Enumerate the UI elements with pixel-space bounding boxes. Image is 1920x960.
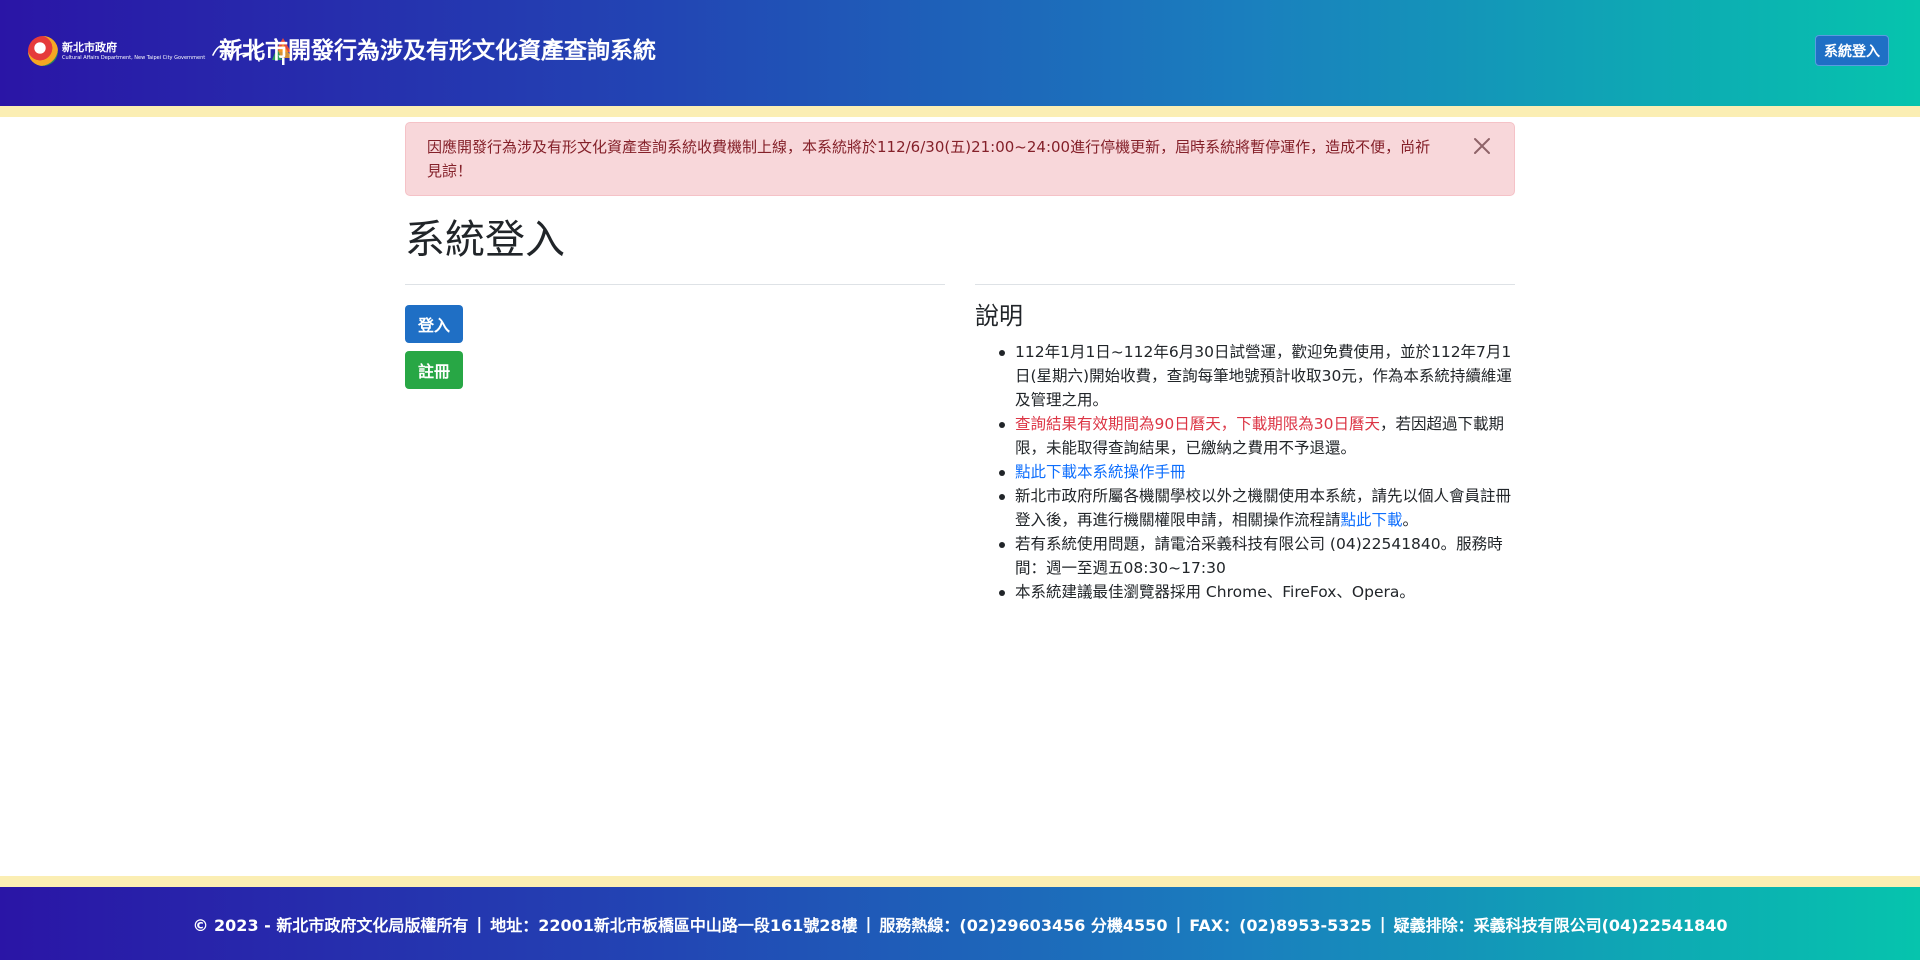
info-agency-text: 新北市政府所屬各機關學校以外之機關使用本系統，請先以個人會員註冊登入後，再進行機… bbox=[1015, 487, 1512, 529]
footer-hotline: 服務熱線：(02)29603456 分機4550 bbox=[879, 915, 1168, 935]
logo-text: 新北市政府 Cultural Affairs Department, New T… bbox=[62, 42, 205, 61]
info-agency-end: 。 bbox=[1402, 511, 1419, 529]
site-title: 新北市開發行為涉及有形文化資產查詢系統 bbox=[219, 38, 656, 64]
header-login-button[interactable]: 系統登入 bbox=[1815, 35, 1889, 66]
list-item: 查詢結果有效期間為90日曆天，下載期限為30日曆天，若因超過下載期限，未能取得查… bbox=[975, 412, 1520, 460]
alert-message: 因應開發行為涉及有形文化資產查詢系統收費機制上線，本系統將於112/6/30(五… bbox=[427, 138, 1431, 180]
close-x-icon bbox=[1474, 138, 1490, 154]
logo-en: Cultural Affairs Department, New Taipei … bbox=[62, 54, 206, 61]
list-item: 點此下載本系統操作手冊 bbox=[975, 460, 1520, 484]
close-icon[interactable] bbox=[1470, 134, 1494, 158]
list-item: 本系統建議最佳瀏覽器採用 Chrome、FireFox、Opera。 bbox=[975, 580, 1520, 604]
site-header: 新北市政府 Cultural Affairs Department, New T… bbox=[0, 0, 1920, 106]
register-button[interactable]: 註冊 bbox=[405, 351, 463, 389]
manual-download-link[interactable]: 點此下載本系統操作手冊 bbox=[1015, 463, 1186, 481]
site-footer: © 2023 - 新北市政府文化局版權所有 | 地址：22001新北市板橋區中山… bbox=[0, 887, 1920, 960]
info-validity-highlight: 查詢結果有效期間為90日曆天，下載期限為30日曆天 bbox=[1015, 415, 1380, 433]
info-support-text: 若有系統使用問題，請電洽采義科技有限公司 (04)22541840。服務時間：週… bbox=[1015, 535, 1503, 577]
divider-right bbox=[975, 284, 1515, 285]
footer-support: 疑義排除：采義科技有限公司(04)22541840 bbox=[1393, 915, 1728, 935]
footer-address: 地址：22001新北市板橋區中山路一段161號28樓 bbox=[490, 915, 858, 935]
info-trial-text: 112年1月1日~112年6月30日試營運，歡迎免費使用，並於112年7月1日(… bbox=[1015, 343, 1512, 409]
info-list: 112年1月1日~112年6月30日試營運，歡迎免費使用，並於112年7月1日(… bbox=[975, 340, 1520, 604]
agency-process-download-link[interactable]: 點此下載 bbox=[1341, 511, 1403, 529]
info-browser-text: 本系統建議最佳瀏覽器採用 Chrome、FireFox、Opera。 bbox=[1015, 583, 1415, 601]
page-title: 系統登入 bbox=[405, 217, 565, 263]
list-item: 若有系統使用問題，請電洽采義科技有限公司 (04)22541840。服務時間：週… bbox=[975, 532, 1520, 580]
header-stripe bbox=[0, 106, 1920, 117]
maintenance-alert: 因應開發行為涉及有形文化資產查詢系統收費機制上線，本系統將於112/6/30(五… bbox=[405, 122, 1515, 196]
footer-separator: | bbox=[1175, 914, 1182, 933]
list-item: 新北市政府所屬各機關學校以外之機關使用本系統，請先以個人會員註冊登入後，再進行機… bbox=[975, 484, 1520, 532]
list-item: 112年1月1日~112年6月30日試營運，歡迎免費使用，並於112年7月1日(… bbox=[975, 340, 1520, 412]
footer-fax: FAX：(02)8953-5325 bbox=[1189, 915, 1372, 935]
logo-cn: 新北市政府 bbox=[62, 40, 117, 54]
footer-separator: | bbox=[865, 914, 872, 933]
divider-left bbox=[405, 284, 945, 285]
login-button[interactable]: 登入 bbox=[405, 305, 463, 343]
footer-stripe bbox=[0, 876, 1920, 887]
footer-separator: | bbox=[1379, 914, 1386, 933]
footer-separator: | bbox=[476, 914, 483, 933]
info-title: 說明 bbox=[975, 302, 1023, 330]
footer-copyright: © 2023 - 新北市政府文化局版權所有 bbox=[192, 915, 469, 935]
ntpc-logo-icon bbox=[28, 36, 58, 66]
